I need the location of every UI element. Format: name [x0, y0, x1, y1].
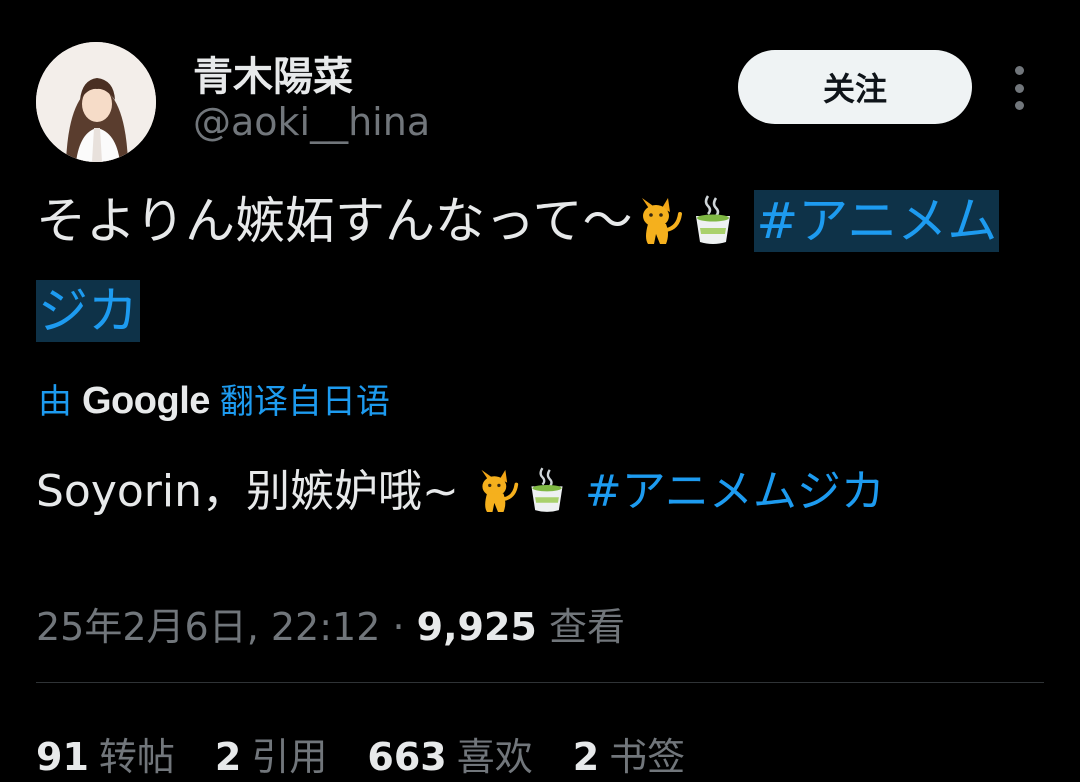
stat-count: 91 — [36, 735, 89, 779]
stat-likes[interactable]: 663 喜欢 — [367, 726, 532, 781]
user-handle[interactable]: @aoki__hina — [193, 100, 430, 144]
translation-source-language: 翻译自日语 — [219, 382, 390, 422]
views-label: 查看 — [548, 605, 625, 649]
stat-count: 2 — [214, 735, 242, 779]
more-vertical-icon[interactable] — [1004, 66, 1034, 110]
google-logo: Google — [82, 380, 210, 422]
tea-icon — [526, 466, 568, 532]
translation-attribution[interactable]: 由 Google 翻译自日语 — [38, 374, 390, 423]
translation-prefix: 由 — [38, 382, 72, 422]
tweet-text: そよりん嫉妬すんなって〜 #アニメムジカ — [36, 180, 1046, 352]
more-dot — [1014, 83, 1024, 93]
tweet-meta: 25年2月6日, 22:12 · 9,925 查看 — [36, 596, 625, 651]
translated-body: Soyorin，别嫉妒哦~ — [36, 466, 459, 517]
more-dot — [1014, 101, 1024, 110]
stat-label: 喜欢 — [456, 735, 533, 779]
follow-button[interactable]: 关注 — [738, 50, 972, 124]
tea-icon — [690, 188, 736, 270]
translated-text: Soyorin，别嫉妒哦~ #アニメムジカ — [36, 460, 1056, 532]
stat-label: 转帖 — [98, 735, 175, 779]
tweet-detail: 青木陽菜 @aoki__hina 关注 そよりん嫉妬すんなって〜 #アニメムジカ — [0, 0, 1080, 782]
meta-separator: · — [392, 605, 405, 649]
engagement-stats: 91 转帖 2 引用 663 喜欢 2 书签 — [36, 726, 685, 781]
more-dot — [1014, 66, 1024, 75]
avatar-portrait — [36, 42, 156, 162]
cat-icon — [636, 188, 684, 270]
hashtag-link[interactable]: #アニメムジカ — [585, 466, 885, 517]
stat-quotes[interactable]: 2 引用 — [215, 726, 327, 781]
divider — [36, 682, 1044, 683]
display-name[interactable]: 青木陽菜 — [193, 44, 353, 102]
tweet-body: そよりん嫉妬すんなって〜 — [36, 192, 633, 250]
views-count: 9,925 — [416, 605, 537, 649]
stat-label: 书签 — [609, 735, 686, 779]
stat-count: 2 — [572, 735, 600, 779]
avatar[interactable] — [36, 42, 156, 162]
stat-count: 663 — [367, 735, 447, 779]
stat-bookmarks[interactable]: 2 书签 — [573, 726, 685, 781]
stat-reposts[interactable]: 91 转帖 — [36, 726, 175, 781]
cat-icon — [476, 466, 520, 532]
timestamp[interactable]: 25年2月6日, 22:12 — [36, 605, 380, 649]
stat-label: 引用 — [251, 735, 328, 779]
